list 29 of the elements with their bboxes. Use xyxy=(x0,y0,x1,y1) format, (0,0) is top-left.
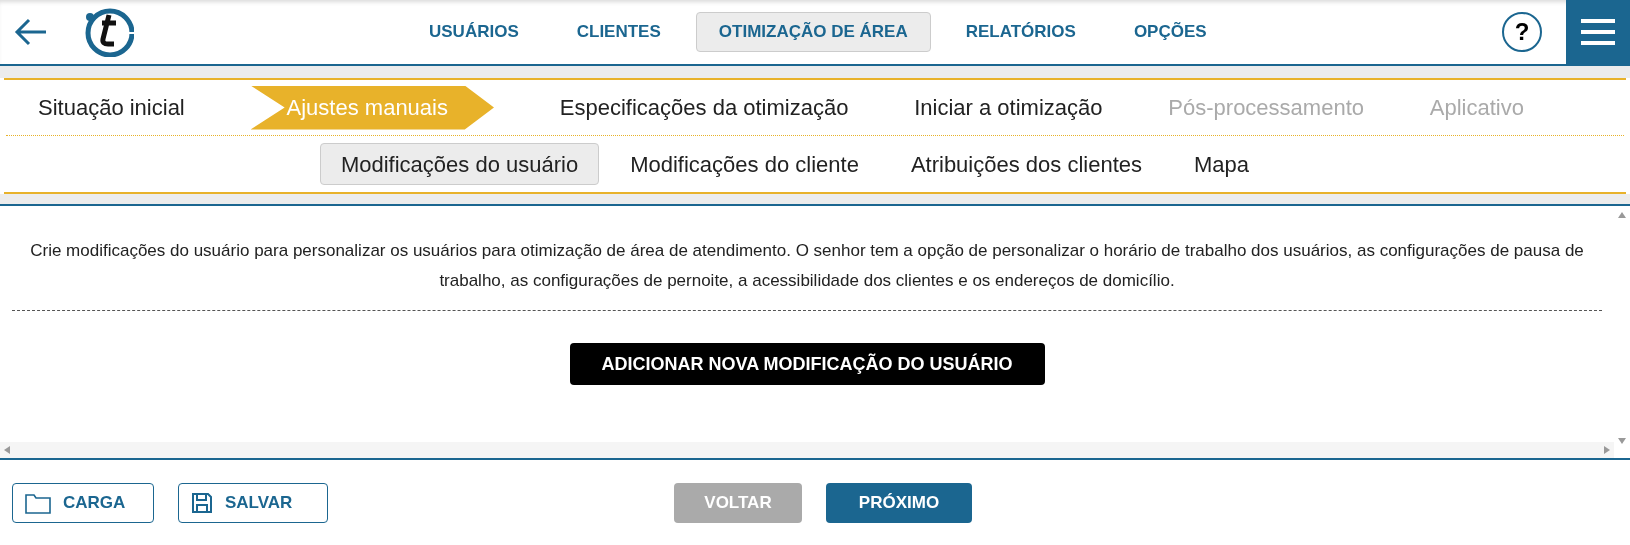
back-arrow-icon[interactable] xyxy=(14,18,48,46)
logo-icon xyxy=(84,7,134,57)
step-tab[interactable]: Especificações da otimização xyxy=(559,85,849,130)
add-modification-button[interactable]: ADICIONAR NOVA MODIFICAÇÃO DO USUÁRIO xyxy=(569,343,1045,385)
scroll-left-icon[interactable] xyxy=(4,446,10,454)
step-tab: Aplicativo xyxy=(1429,85,1524,130)
sub-tab[interactable]: Atribuições dos clientes xyxy=(889,143,1163,185)
nav-tab[interactable]: CLIENTES xyxy=(553,12,684,52)
help-button[interactable]: ? xyxy=(1502,12,1542,52)
folder-icon xyxy=(25,491,51,514)
sub-tab[interactable]: Mapa xyxy=(1173,143,1271,185)
next-button[interactable]: PRÓXIMO xyxy=(826,482,972,523)
nav-tab[interactable]: OTIMIZAÇÃO DE ÁREA xyxy=(695,12,931,52)
sub-tab[interactable]: Modificações do usuário xyxy=(319,143,600,185)
nav-tab[interactable]: RELATÓRIOS xyxy=(942,12,1099,52)
nav-tab[interactable]: OPÇÕES xyxy=(1110,12,1230,52)
nav-tab[interactable]: USUÁRIOS xyxy=(406,12,542,52)
scroll-down-icon[interactable] xyxy=(1618,438,1626,444)
scroll-up-icon[interactable] xyxy=(1618,212,1626,218)
step-tab: Pós-processamento xyxy=(1168,85,1364,130)
scroll-right-icon[interactable] xyxy=(1604,446,1610,454)
description-text: Crie modificações do usuário para personalizar os usuários para otimização de área de atendimento. O senhor tem a opção de personalizar o horário de trabalho dos usuários, as configurações de pausa de trabalho, as configurações de pernoite, a acessibilidade dos clientes e os endereços de domicílio. xyxy=(29,240,1585,292)
step-tab[interactable]: Iniciar a otimização xyxy=(914,85,1103,130)
save-button[interactable]: SALVAR xyxy=(178,482,328,523)
load-button[interactable]: CARGA xyxy=(12,482,154,523)
sub-tab[interactable]: Modificações do cliente xyxy=(609,143,880,185)
step-tab[interactable]: Situação inicial xyxy=(38,85,185,130)
menu-icon xyxy=(1581,18,1615,46)
menu-button[interactable] xyxy=(1566,0,1630,65)
